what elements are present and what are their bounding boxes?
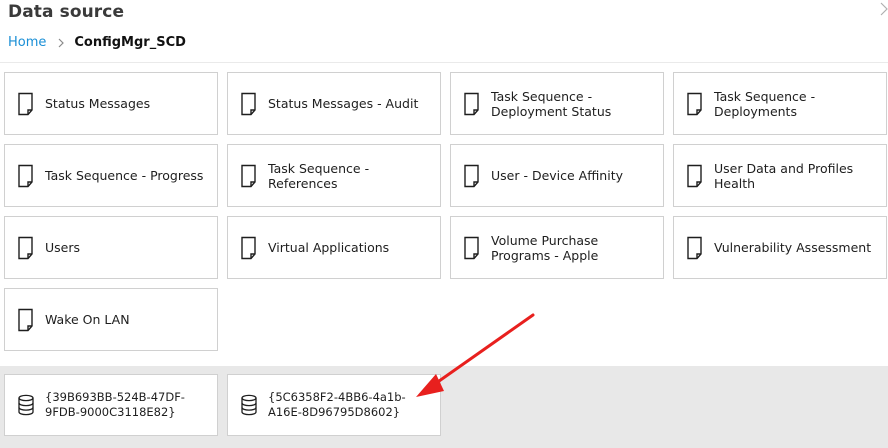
report-tile[interactable]: Vulnerability Assessment: [673, 216, 887, 279]
report-tile[interactable]: Task Sequence - Deployment Status: [450, 72, 664, 135]
report-tile[interactable]: Volume Purchase Programs - Apple: [450, 216, 664, 279]
report-tile-label: Task Sequence - Deployments: [714, 88, 816, 119]
report-icon: [464, 92, 479, 115]
database-icon: [241, 394, 257, 416]
report-tile-label: Task Sequence - Progress: [45, 168, 204, 183]
report-icon: [241, 236, 256, 259]
report-tile-label: User - Device Affinity: [491, 168, 624, 183]
report-icon: [464, 236, 479, 259]
chevron-right-icon: [58, 38, 65, 47]
report-icon: [687, 164, 702, 187]
datasource-tile-label: {5C6358F2-4BB6-4a1b-A16E-8D96795D8602}: [268, 390, 406, 419]
report-tile[interactable]: Task Sequence - Progress: [4, 144, 218, 207]
report-tile-label: Volume Purchase Programs - Apple: [491, 232, 599, 263]
breadcrumb-current: ConfigMgr_SCD: [74, 35, 186, 50]
report-icon: [18, 92, 33, 115]
header-divider: [0, 62, 888, 63]
report-tile-label: Status Messages - Audit: [268, 96, 419, 111]
report-icon: [18, 236, 33, 259]
report-tile-label: Task Sequence - Deployment Status: [491, 88, 612, 119]
report-tile[interactable]: Virtual Applications: [227, 216, 441, 279]
report-tile[interactable]: User - Device Affinity: [450, 144, 664, 207]
report-icon: [241, 164, 256, 187]
chevron-right-icon[interactable]: [878, 2, 888, 16]
page-title: Data source: [8, 2, 125, 22]
breadcrumb: Home ConfigMgr_SCD: [8, 35, 186, 50]
datasource-tile[interactable]: {5C6358F2-4BB6-4a1b-A16E-8D96795D8602}: [227, 374, 441, 436]
datasource-tile[interactable]: {39B693BB-524B-47DF-9FDB-9000C3118E82}: [4, 374, 218, 436]
report-icon: [464, 164, 479, 187]
report-icon: [18, 308, 33, 331]
report-tile[interactable]: Task Sequence - References: [227, 144, 441, 207]
breadcrumb-home-link[interactable]: Home: [8, 35, 46, 50]
report-tile[interactable]: User Data and Profiles Health: [673, 144, 887, 207]
report-tile-label: Status Messages: [45, 96, 151, 111]
report-icon: [687, 92, 702, 115]
database-icon: [18, 394, 34, 416]
report-tile-label: Wake On LAN: [45, 312, 130, 327]
report-tile[interactable]: Wake On LAN: [4, 288, 218, 351]
report-tile[interactable]: Status Messages - Audit: [227, 72, 441, 135]
report-icon: [241, 92, 256, 115]
datasource-tile-label: {39B693BB-524B-47DF-9FDB-9000C3118E82}: [45, 390, 185, 419]
report-tile-label: Task Sequence - References: [268, 160, 370, 191]
report-icon: [687, 236, 702, 259]
report-icon: [18, 164, 33, 187]
report-tile[interactable]: Task Sequence - Deployments: [673, 72, 887, 135]
report-tile[interactable]: Status Messages: [4, 72, 218, 135]
report-tile-label: Virtual Applications: [268, 240, 390, 255]
report-tile[interactable]: Users: [4, 216, 218, 279]
report-tile-label: Users: [45, 240, 81, 255]
report-tile-label: User Data and Profiles Health: [714, 160, 854, 191]
report-tile-label: Vulnerability Assessment: [714, 240, 872, 255]
